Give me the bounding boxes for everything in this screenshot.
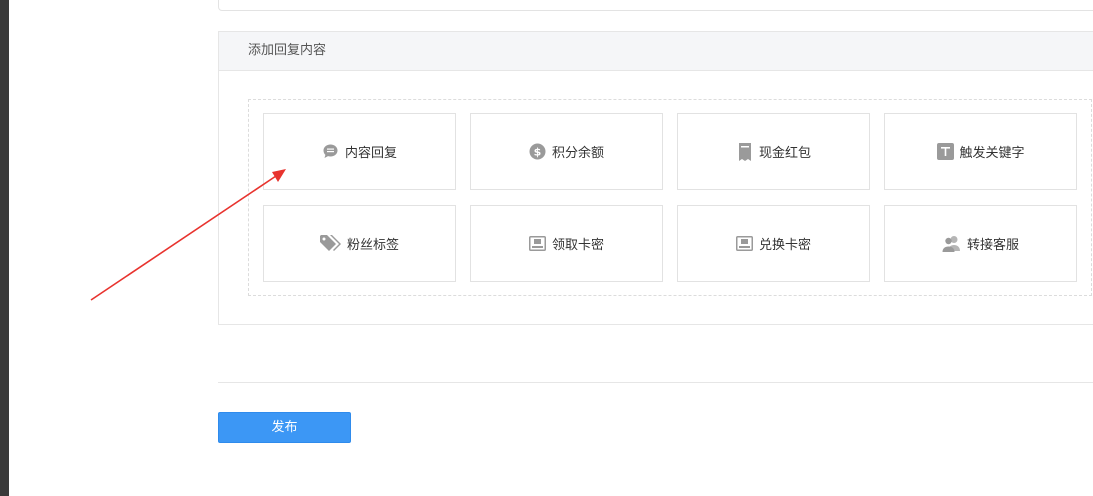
- text-t-icon: [936, 143, 954, 161]
- red-packet-icon: [736, 142, 754, 161]
- option-label: 内容回复: [344, 146, 397, 161]
- option-label: 领取卡密: [551, 238, 604, 253]
- card-icon: [529, 235, 547, 253]
- reply-panel-header: 添加回复内容: [219, 32, 1093, 71]
- option-fan-tag[interactable]: 粉丝标签: [263, 205, 456, 282]
- option-trigger-keyword[interactable]: 触发关键字: [884, 113, 1077, 190]
- option-label: 兑换卡密: [758, 238, 811, 253]
- previous-panel-bottom: [218, 0, 1093, 11]
- users-icon: [942, 235, 962, 253]
- option-cash-red-packet[interactable]: 现金红包: [677, 113, 870, 190]
- option-label: 积分余额: [551, 146, 604, 161]
- svg-text:$: $: [534, 146, 542, 159]
- chat-bubble-icon: [322, 143, 340, 161]
- dollar-coin-icon: $: [529, 143, 547, 161]
- option-label: 粉丝标签: [346, 238, 399, 253]
- option-content-reply[interactable]: 内容回复: [263, 113, 456, 190]
- option-label: 转接客服: [966, 238, 1019, 253]
- left-edge-strip: [0, 0, 9, 496]
- option-label: 触发关键字: [959, 146, 1025, 161]
- option-claim-card-code[interactable]: 领取卡密: [470, 205, 663, 282]
- option-label: 现金红包: [758, 146, 811, 161]
- form-divider: [218, 382, 1093, 383]
- publish-button[interactable]: 发布: [218, 412, 351, 443]
- option-transfer-customer-service[interactable]: 转接客服: [884, 205, 1077, 282]
- card-icon: [736, 235, 754, 253]
- tag-icon: [320, 235, 342, 253]
- option-points-balance[interactable]: $ 积分余额: [470, 113, 663, 190]
- reply-content-panel: 添加回复内容 内容回复 $ 积分余额 现金红包 触发关键字 粉丝标签 领取卡密 …: [218, 31, 1093, 325]
- option-redeem-card-code[interactable]: 兑换卡密: [677, 205, 870, 282]
- reply-options-area: 内容回复 $ 积分余额 现金红包 触发关键字 粉丝标签 领取卡密 兑换卡密 转接…: [248, 99, 1092, 296]
